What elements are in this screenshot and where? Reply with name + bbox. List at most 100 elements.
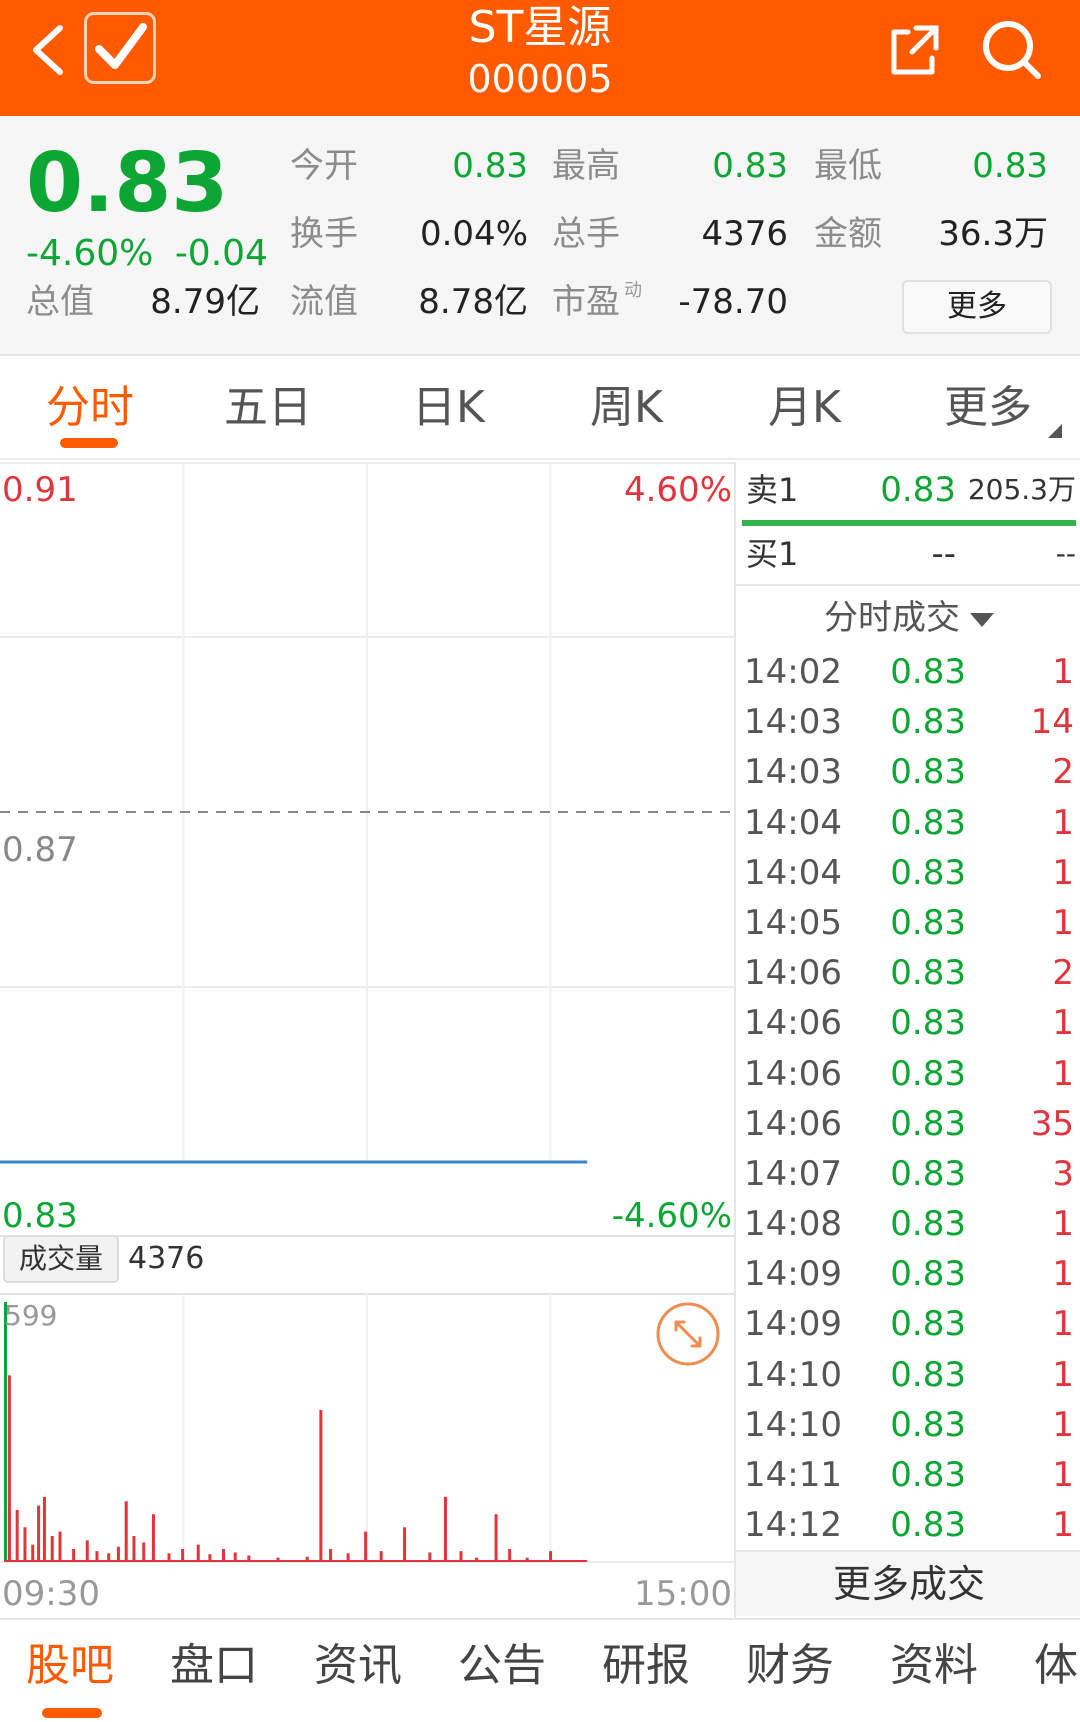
tick-price: 0.83 xyxy=(890,1304,966,1345)
tick-row: 14:11 0.83 1 xyxy=(736,1451,1080,1501)
nav-announcements[interactable]: 公告 xyxy=(458,1638,546,1694)
last-price: 0.83 xyxy=(26,136,229,231)
tick-volume: 14 xyxy=(1030,702,1074,743)
tick-time: 14:11 xyxy=(744,1455,842,1495)
tick-volume: 1 xyxy=(1052,1204,1074,1245)
nav-profile[interactable]: 资料 xyxy=(890,1638,978,1694)
price-change: -4.60% -0.04 xyxy=(26,232,268,276)
volume-bar xyxy=(132,1535,136,1562)
tick-row: 14:02 0.83 1 xyxy=(736,648,1080,698)
volume-bar xyxy=(7,1375,11,1562)
volume-bar xyxy=(23,1527,27,1562)
orderbook-divider xyxy=(736,584,1080,586)
tick-row: 14:09 0.83 1 xyxy=(736,1300,1080,1350)
nav-forum[interactable]: 股吧 xyxy=(26,1638,114,1694)
tick-trades-dropdown[interactable]: 分时成交 xyxy=(736,592,1080,644)
more-dropdown-icon xyxy=(1048,424,1062,438)
tab-intraday[interactable]: 分时 xyxy=(46,380,134,436)
volume-bar xyxy=(443,1496,447,1562)
tick-volume: 35 xyxy=(1030,1103,1074,1144)
nav-orderbook[interactable]: 盘口 xyxy=(170,1638,258,1694)
tick-time: 14:05 xyxy=(744,902,842,943)
tab-daily-k[interactable]: 日K xyxy=(412,380,485,436)
more-stats-button[interactable]: 更多 xyxy=(902,280,1052,334)
tick-row: 14:04 0.83 1 xyxy=(736,799,1080,849)
tab-five-day[interactable]: 五日 xyxy=(224,380,312,436)
volume-bar xyxy=(494,1514,498,1562)
volume-bar xyxy=(196,1544,200,1562)
change-percent: -4.60% xyxy=(26,233,154,274)
expand-icon[interactable] xyxy=(656,1302,720,1366)
tick-price: 0.83 xyxy=(890,1153,966,1194)
volume-bar xyxy=(85,1540,89,1562)
tab-weekly-k[interactable]: 周K xyxy=(590,380,663,436)
tick-time: 14:06 xyxy=(744,953,842,994)
more-trades-button[interactable]: 更多成交 xyxy=(736,1550,1080,1616)
tick-row: 14:12 0.83 1 xyxy=(736,1501,1080,1551)
tick-price: 0.83 xyxy=(890,852,966,893)
tick-volume: 1 xyxy=(1052,852,1074,893)
tick-volume: 1 xyxy=(1052,1505,1074,1546)
tick-time: 14:08 xyxy=(744,1204,842,1245)
volume-bar xyxy=(58,1531,62,1562)
tick-row: 14:10 0.83 1 xyxy=(736,1401,1080,1451)
stat-value-high: 0.83 xyxy=(712,146,788,186)
tick-price: 0.83 xyxy=(890,1204,966,1245)
tick-time: 14:09 xyxy=(744,1254,842,1295)
tick-volume: 2 xyxy=(1052,752,1074,793)
tick-volume: 1 xyxy=(1052,1053,1074,1094)
stat-value-open: 0.83 xyxy=(452,146,528,186)
volume-bar xyxy=(31,1544,35,1562)
volume-bar xyxy=(50,1535,54,1562)
stat-value-total-cap: 8.79亿 xyxy=(150,282,260,322)
buy1-volume: -- xyxy=(1055,537,1076,570)
trade-panel: 卖1 0.83 205.3万 买1 -- -- 分时成交 14:02 0.83 1 1… xyxy=(734,462,1080,1618)
stat-label-total-cap: 总值 xyxy=(26,282,94,322)
volume-bar xyxy=(319,1410,323,1562)
nav-financials[interactable]: 财务 xyxy=(746,1638,834,1694)
volume-bars xyxy=(4,1302,588,1562)
volume-total: 4376 xyxy=(128,1241,205,1276)
volume-bar xyxy=(124,1501,128,1562)
nav-news[interactable]: 资讯 xyxy=(314,1638,402,1694)
tick-volume: 2 xyxy=(1052,953,1074,994)
app-header: ST星源 000005 xyxy=(0,0,1080,116)
active-tab-indicator xyxy=(60,438,118,448)
tick-volume: 1 xyxy=(1052,1404,1074,1445)
tab-more[interactable]: 更多 xyxy=(944,380,1032,436)
tick-time: 14:06 xyxy=(744,1003,842,1044)
tick-time: 14:04 xyxy=(744,852,842,893)
nav-research[interactable]: 研报 xyxy=(602,1638,690,1694)
tick-time: 14:03 xyxy=(744,702,842,743)
volume-label: 成交量 xyxy=(18,1242,103,1275)
sell1-volume: 205.3万 xyxy=(967,473,1076,506)
tick-volume: 1 xyxy=(1052,1304,1074,1345)
volume-bar xyxy=(403,1527,407,1562)
tab-monthly-k[interactable]: 月K xyxy=(768,380,841,436)
tick-row: 14:06 0.83 2 xyxy=(736,949,1080,999)
tick-row: 14:06 0.83 35 xyxy=(736,1100,1080,1150)
tick-row: 14:09 0.83 1 xyxy=(736,1250,1080,1300)
tick-row: 14:06 0.83 1 xyxy=(736,1050,1080,1100)
volume-bar xyxy=(142,1542,146,1562)
tick-price: 0.83 xyxy=(890,1404,966,1445)
search-icon[interactable] xyxy=(978,16,1044,82)
tick-price: 0.83 xyxy=(890,1505,966,1546)
bottom-nav: 股吧 盘口 资讯 公告 研报 财务 资料 体 xyxy=(0,1618,1080,1722)
buy1-price: -- xyxy=(931,534,956,574)
tick-volume: 1 xyxy=(1052,902,1074,943)
tick-time: 14:02 xyxy=(744,652,842,692)
tick-volume: 1 xyxy=(1052,652,1074,692)
nav-more-partial[interactable]: 体 xyxy=(1034,1638,1078,1694)
tick-time: 14:09 xyxy=(744,1304,842,1345)
share-icon[interactable] xyxy=(886,22,942,78)
tick-price: 0.83 xyxy=(890,902,966,943)
tick-trades-title: 分时成交 xyxy=(824,598,960,638)
stat-value-pe: -78.70 xyxy=(678,282,788,322)
tick-row: 14:05 0.83 1 xyxy=(736,899,1080,949)
tick-price: 0.83 xyxy=(890,1003,966,1044)
intraday-chart[interactable]: 0.91 4.60% 0.87 0.83 -4.60% 成交量 4376 599… xyxy=(0,462,734,1618)
tick-row: 14:06 0.83 1 xyxy=(736,999,1080,1049)
sell1-price: 0.83 xyxy=(880,470,956,510)
volume-bar xyxy=(15,1509,19,1562)
